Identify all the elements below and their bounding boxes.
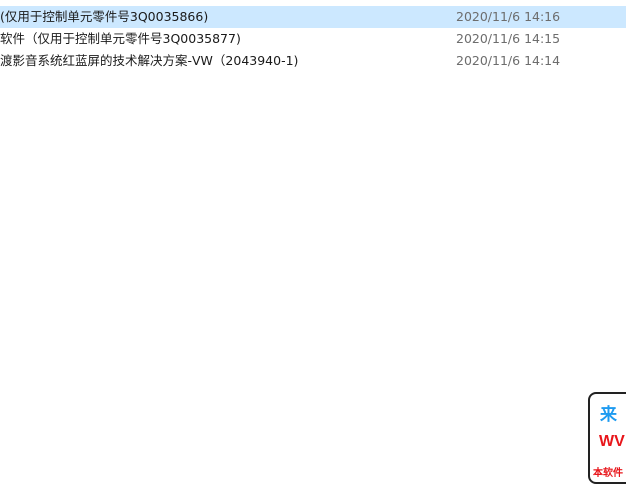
file-list: (仅用于控制单元零件号3Q0035866) 2020/11/6 14:16 软件…	[0, 6, 626, 72]
file-row[interactable]: (仅用于控制单元零件号3Q0035866) 2020/11/6 14:16	[0, 6, 626, 28]
file-date-modified: 2020/11/6 14:14	[456, 53, 561, 68]
file-row[interactable]: 渡影音系统红蓝屏的技术解决方案-VW（2043940-1) 2020/11/6 …	[0, 50, 626, 72]
watermark-line1: 来	[600, 405, 617, 424]
watermark-badge: 来 WV 本软件	[588, 392, 626, 484]
watermark-line2: WV	[599, 433, 625, 450]
explorer-file-pane: (仅用于控制单元零件号3Q0035866) 2020/11/6 14:16 软件…	[0, 0, 626, 500]
file-date-modified: 2020/11/6 14:16	[456, 9, 561, 24]
file-name: 软件（仅用于控制单元零件号3Q0035877)	[0, 31, 241, 46]
file-date-modified: 2020/11/6 14:15	[456, 31, 561, 46]
file-name: (仅用于控制单元零件号3Q0035866)	[0, 9, 209, 24]
watermark-line3: 本软件	[593, 468, 623, 479]
file-row[interactable]: 软件（仅用于控制单元零件号3Q0035877) 2020/11/6 14:15	[0, 28, 626, 50]
file-name: 渡影音系统红蓝屏的技术解决方案-VW（2043940-1)	[0, 53, 299, 68]
